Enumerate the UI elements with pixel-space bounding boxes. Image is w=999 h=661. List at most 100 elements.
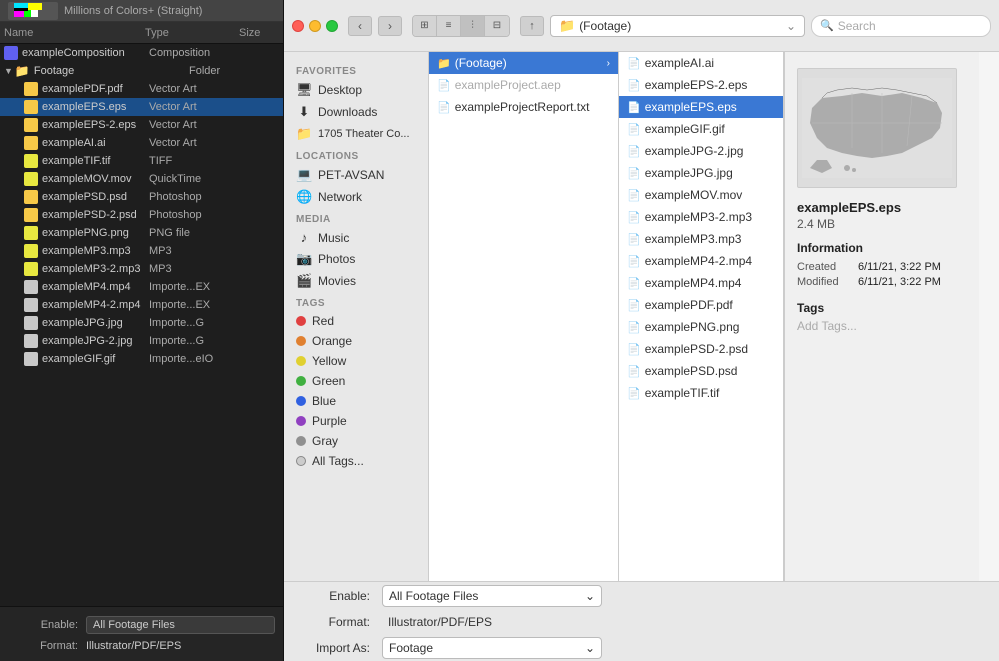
finder-window: ‹ › ⊞ ≡ ⫶ ⊟ ↑ 📁 (Footage) ⌄ 🔍 Search Fav… — [284, 0, 999, 661]
back-button[interactable]: ‹ — [348, 16, 372, 36]
col2-item[interactable]: 📄 examplePDF.pdf — [619, 294, 783, 316]
col2-item[interactable]: 📄 exampleMP4.mp4 — [619, 272, 783, 294]
file-type: PNG file — [149, 227, 239, 239]
col2-item[interactable]: 📄 exampleMP3.mp3 — [619, 228, 783, 250]
col2-item[interactable]: 📄 exampleAI.ai — [619, 52, 783, 74]
sidebar-item-tag-alltags...[interactable]: All Tags... — [284, 451, 428, 471]
file-type-icon — [24, 208, 38, 222]
ae-title: Millions of Colors+ (Straight) — [64, 5, 202, 17]
sidebar-item-desktop[interactable]: 🖥 Desktop — [284, 79, 428, 101]
col2-file-name: examplePSD.psd — [645, 364, 775, 378]
sidebar-item-tag-red[interactable]: Red — [284, 311, 428, 331]
tag-dot — [296, 316, 306, 326]
sidebar-label-network: Network — [318, 190, 362, 204]
sidebar-item-tag-green[interactable]: Green — [284, 371, 428, 391]
action-button[interactable]: ↑ — [520, 16, 544, 36]
preview-modified-row: Modified 6/11/21, 3:22 PM — [797, 276, 967, 288]
ae-file-item[interactable]: exampleMP3-2.mp3 MP3 — [0, 260, 283, 278]
ae-file-item[interactable]: examplePSD.psd Photoshop — [0, 188, 283, 206]
search-box[interactable]: 🔍 Search — [811, 15, 991, 37]
col2-item[interactable]: 📄 examplePNG.png — [619, 316, 783, 338]
view-icon-btn[interactable]: ⊞ — [413, 16, 437, 36]
ae-file-item[interactable]: examplePSD-2.psd Photoshop — [0, 206, 283, 224]
tag-dot — [296, 356, 306, 366]
ae-file-item[interactable]: exampleAI.ai Vector Art — [0, 134, 283, 152]
ae-file-item[interactable]: examplePDF.pdf Vector Art — [0, 80, 283, 98]
file-type-icon — [24, 334, 38, 348]
sidebar-item-petavsan[interactable]: 💻 PET-AVSAN — [284, 164, 428, 186]
view-col-btn[interactable]: ⫶ — [461, 16, 485, 36]
col2-item[interactable]: 📄 exampleTIF.tif — [619, 382, 783, 404]
preview-created-row: Created 6/11/21, 3:22 PM — [797, 261, 967, 273]
col2-file-name: exampleEPS-2.eps — [645, 78, 775, 92]
sidebar-label-downloads: Downloads — [318, 105, 377, 119]
ae-file-item[interactable]: exampleEPS-2.eps Vector Art — [0, 116, 283, 134]
forward-button[interactable]: › — [378, 16, 402, 36]
col1-footage-item[interactable]: 📁 (Footage) › — [429, 52, 618, 74]
ae-file-item[interactable]: exampleMP4-2.mp4 Importe...EX — [0, 296, 283, 314]
tag-label: Yellow — [312, 354, 346, 368]
sidebar-item-downloads[interactable]: ⬇ Downloads — [284, 101, 428, 123]
sidebar-item-music[interactable]: ♪ Music — [284, 227, 428, 248]
sidebar-item-network[interactable]: 🌐 Network — [284, 186, 428, 208]
enable-dropdown[interactable]: All Footage Files — [86, 616, 275, 634]
file-name: exampleEPS.eps — [42, 101, 149, 113]
file-type-icon — [24, 154, 38, 168]
view-list-btn[interactable]: ≡ — [437, 16, 461, 36]
footer-enable-label: Enable: — [300, 589, 370, 603]
ae-file-item[interactable]: exampleJPG-2.jpg Importe...G — [0, 332, 283, 350]
file-name: examplePSD-2.psd — [42, 209, 149, 221]
ae-composition-item[interactable]: exampleComposition Composition — [0, 44, 283, 62]
sidebar-item-tag-blue[interactable]: Blue — [284, 391, 428, 411]
sidebar-item-tag-gray[interactable]: Gray — [284, 431, 428, 451]
sidebar-item-tag-purple[interactable]: Purple — [284, 411, 428, 431]
sidebar-item-tag-orange[interactable]: Orange — [284, 331, 428, 351]
col2-item[interactable]: 📄 exampleEPS.eps — [619, 96, 783, 118]
col2-item[interactable]: 📄 exampleMP3-2.mp3 — [619, 206, 783, 228]
col2-item[interactable]: 📄 examplePSD.psd — [619, 360, 783, 382]
sidebar-item-tag-yellow[interactable]: Yellow — [284, 351, 428, 371]
ae-file-item[interactable]: examplePNG.png PNG file — [0, 224, 283, 242]
maximize-button[interactable] — [326, 20, 338, 32]
col2-file-name: examplePDF.pdf — [645, 298, 775, 312]
minimize-button[interactable] — [309, 20, 321, 32]
col2-item[interactable]: 📄 examplePSD-2.psd — [619, 338, 783, 360]
format-row: Format: Illustrator/PDF/EPS — [8, 640, 275, 652]
sidebar-item-photos[interactable]: 📷 Photos — [284, 248, 428, 270]
ae-file-item[interactable]: exampleMP3.mp3 MP3 — [0, 242, 283, 260]
finder-titlebar: ‹ › ⊞ ≡ ⫶ ⊟ ↑ 📁 (Footage) ⌄ 🔍 Search — [284, 0, 999, 52]
ae-footage-folder[interactable]: ▼ 📁 Footage Folder — [0, 62, 283, 80]
preview-tags-add[interactable]: Add Tags... — [797, 319, 967, 333]
col2-panel: 📄 exampleAI.ai 📄 exampleEPS-2.eps 📄 exam… — [619, 52, 784, 581]
file-type-icon — [24, 226, 38, 240]
close-button[interactable] — [292, 20, 304, 32]
col2-item[interactable]: 📄 exampleJPG-2.jpg — [619, 140, 783, 162]
sidebar-item-theater[interactable]: 📁 1705 Theater Co... — [284, 123, 428, 145]
col2-item[interactable]: 📄 exampleEPS-2.eps — [619, 74, 783, 96]
col2-item[interactable]: 📄 exampleMP4-2.mp4 — [619, 250, 783, 272]
file-type-icon — [24, 262, 38, 276]
col1-project-item[interactable]: 📄 exampleProject.aep — [429, 74, 618, 96]
file-name: exampleMOV.mov — [42, 173, 149, 185]
col2-item[interactable]: 📄 exampleGIF.gif — [619, 118, 783, 140]
tag-dot — [296, 336, 306, 346]
ae-file-item[interactable]: exampleTIF.tif TIFF — [0, 152, 283, 170]
col2-file-name: exampleMP4.mp4 — [645, 276, 775, 290]
col2-file-icon: 📄 — [627, 387, 641, 400]
footer-import-dropdown[interactable]: Footage ⌄ — [382, 637, 602, 659]
col1-report-item[interactable]: 📄 exampleProjectReport.txt — [429, 96, 618, 118]
file-type-icon — [24, 82, 38, 96]
col2-item[interactable]: 📄 exampleMOV.mov — [619, 184, 783, 206]
col1-panel: 📁 (Footage) › 📄 exampleProject.aep 📄 exa… — [429, 52, 619, 581]
ae-file-item[interactable]: exampleMP4.mp4 Importe...EX — [0, 278, 283, 296]
sidebar-item-movies[interactable]: 🎬 Movies — [284, 270, 428, 292]
footer-enable-dropdown[interactable]: All Footage Files ⌄ — [382, 585, 602, 607]
movies-icon: 🎬 — [296, 273, 312, 289]
ae-file-item[interactable]: exampleEPS.eps Vector Art — [0, 98, 283, 116]
col1-folder-icon: 📁 — [437, 57, 451, 70]
ae-file-item[interactable]: exampleJPG.jpg Importe...G — [0, 314, 283, 332]
view-gallery-btn[interactable]: ⊟ — [485, 16, 509, 36]
ae-file-item[interactable]: exampleGIF.gif Importe...eIO — [0, 350, 283, 368]
ae-file-item[interactable]: exampleMOV.mov QuickTime — [0, 170, 283, 188]
col2-item[interactable]: 📄 exampleJPG.jpg — [619, 162, 783, 184]
